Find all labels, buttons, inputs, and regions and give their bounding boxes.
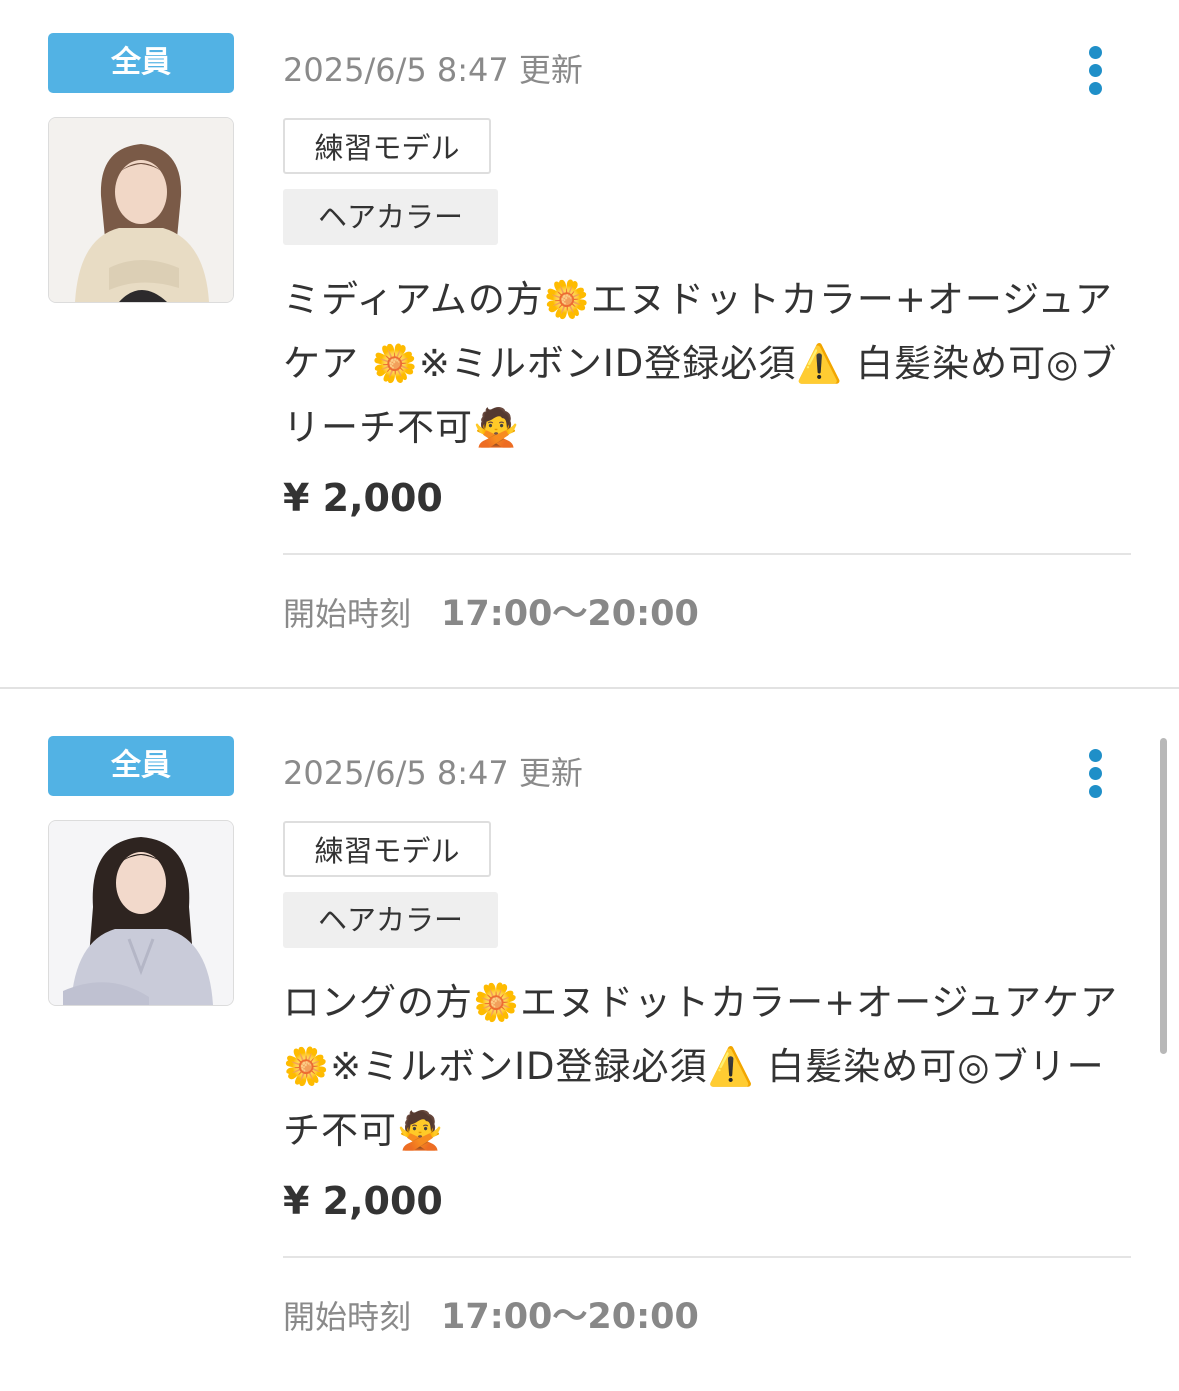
post-title[interactable]: ミディアムの方🌼エヌドットカラー+オージュアケア 🌼※ミルボンID登録必須⚠️ … <box>283 268 1139 460</box>
audience-badge: 全員 <box>48 736 234 796</box>
more-options-button[interactable] <box>1076 40 1116 100</box>
tag-hair-color: ヘアカラー <box>283 892 498 948</box>
model-photo[interactable] <box>48 117 234 303</box>
updated-timestamp: 2025/6/5 8:47 更新 <box>283 51 583 89</box>
start-time-value: 17:00〜20:00 <box>441 1297 699 1337</box>
tag-hair-color: ヘアカラー <box>283 189 498 245</box>
start-time-label: 開始時刻 <box>283 595 412 633</box>
post-card[interactable]: 全員 2025/6/5 8:47 更新 練習モデル ヘアカラー ミディアムの方🌼… <box>0 0 1179 688</box>
price: ¥ 2,000 <box>283 476 443 520</box>
tag-practice-model: 練習モデル <box>283 821 491 877</box>
more-options-button[interactable] <box>1076 743 1116 803</box>
post-card[interactable]: 全員 2025/6/5 8:47 更新 練習モデル ヘアカラー ロングの方🌼エヌ… <box>0 703 1179 1391</box>
tag-practice-model: 練習モデル <box>283 118 491 174</box>
section-divider <box>283 553 1131 555</box>
audience-badge: 全員 <box>48 33 234 93</box>
model-photo[interactable] <box>48 820 234 1006</box>
price: ¥ 2,000 <box>283 1179 443 1223</box>
section-divider <box>283 1256 1131 1258</box>
post-title[interactable]: ロングの方🌼エヌドットカラー+オージュアケア 🌼※ミルボンID登録必須⚠️ 白髪… <box>283 971 1139 1163</box>
updated-timestamp: 2025/6/5 8:47 更新 <box>283 754 583 792</box>
card-divider <box>0 687 1179 689</box>
scrollbar[interactable] <box>1160 738 1167 1054</box>
start-time-value: 17:00〜20:00 <box>441 594 699 634</box>
start-time-label: 開始時刻 <box>283 1298 412 1336</box>
